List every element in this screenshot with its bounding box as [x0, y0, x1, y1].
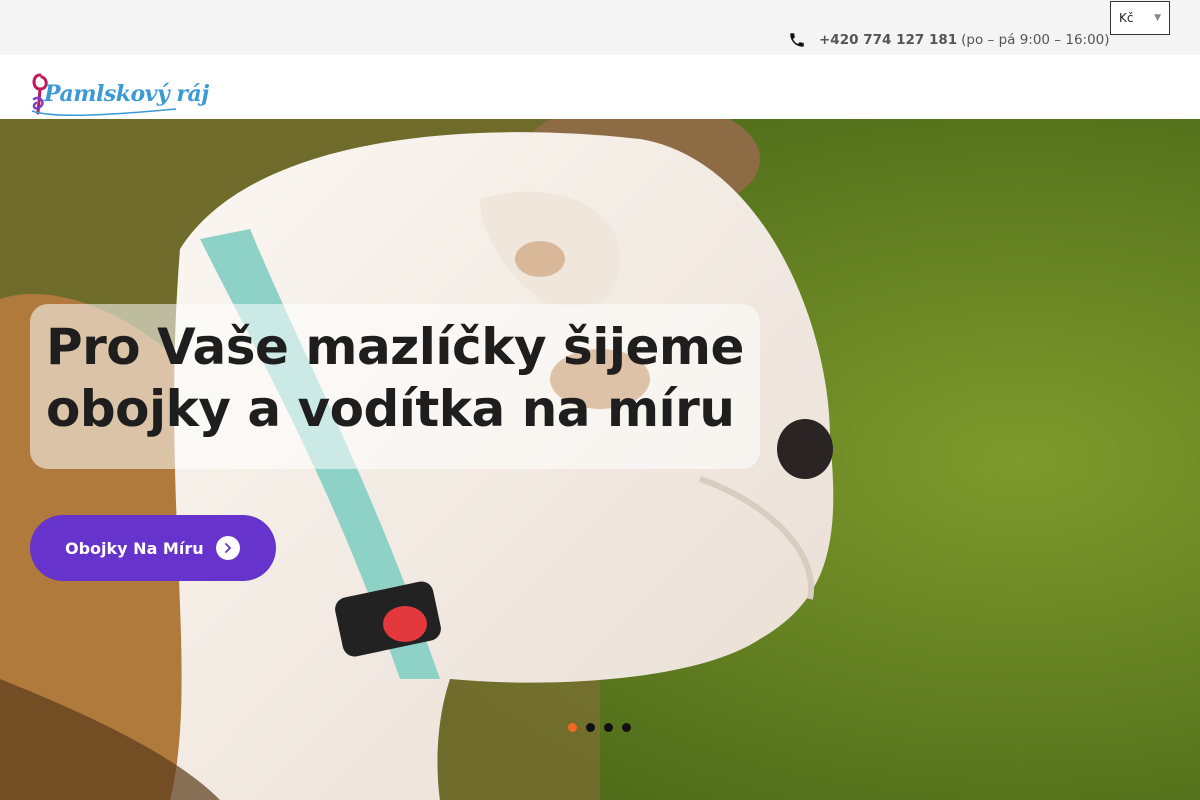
cta-collars-button[interactable]: Obojky Na Míru — [30, 515, 276, 581]
slider-dots — [568, 723, 640, 732]
site-logo[interactable]: Pamlskový ráj — [30, 69, 209, 119]
top-bar: +420 774 127 181 (po – pá 9:00 – 16:00) … — [0, 0, 1200, 55]
chevron-down-icon: ▼ — [1154, 13, 1161, 23]
phone-icon — [788, 31, 806, 49]
currency-select[interactable]: Kč ▼ — [1110, 1, 1170, 35]
slider-dot-2[interactable] — [586, 723, 595, 732]
site-header: Pamlskový ráj — [0, 55, 1200, 119]
logo-text: Pamlskový ráj — [44, 81, 209, 107]
slider-dot-4[interactable] — [622, 723, 631, 732]
hero-slider: Pro Vaše mazlíčky šijeme obojky a vodítk… — [0, 119, 1200, 800]
currency-value: Kč — [1119, 11, 1134, 25]
slider-dot-3[interactable] — [604, 723, 613, 732]
contact-phone[interactable]: +420 774 127 181 (po – pá 9:00 – 16:00) — [788, 29, 1110, 51]
headline-box: Pro Vaše mazlíčky šijeme obojky a vodítk… — [30, 304, 760, 469]
chevron-right-icon — [216, 536, 240, 560]
hero-headline: Pro Vaše mazlíčky šijeme obojky a vodítk… — [46, 318, 744, 438]
phone-number[interactable]: +420 774 127 181 — [819, 32, 957, 48]
phone-hours: (po – pá 9:00 – 16:00) — [961, 32, 1110, 48]
slider-dot-1[interactable] — [568, 723, 577, 732]
cta-label: Obojky Na Míru — [65, 538, 204, 558]
